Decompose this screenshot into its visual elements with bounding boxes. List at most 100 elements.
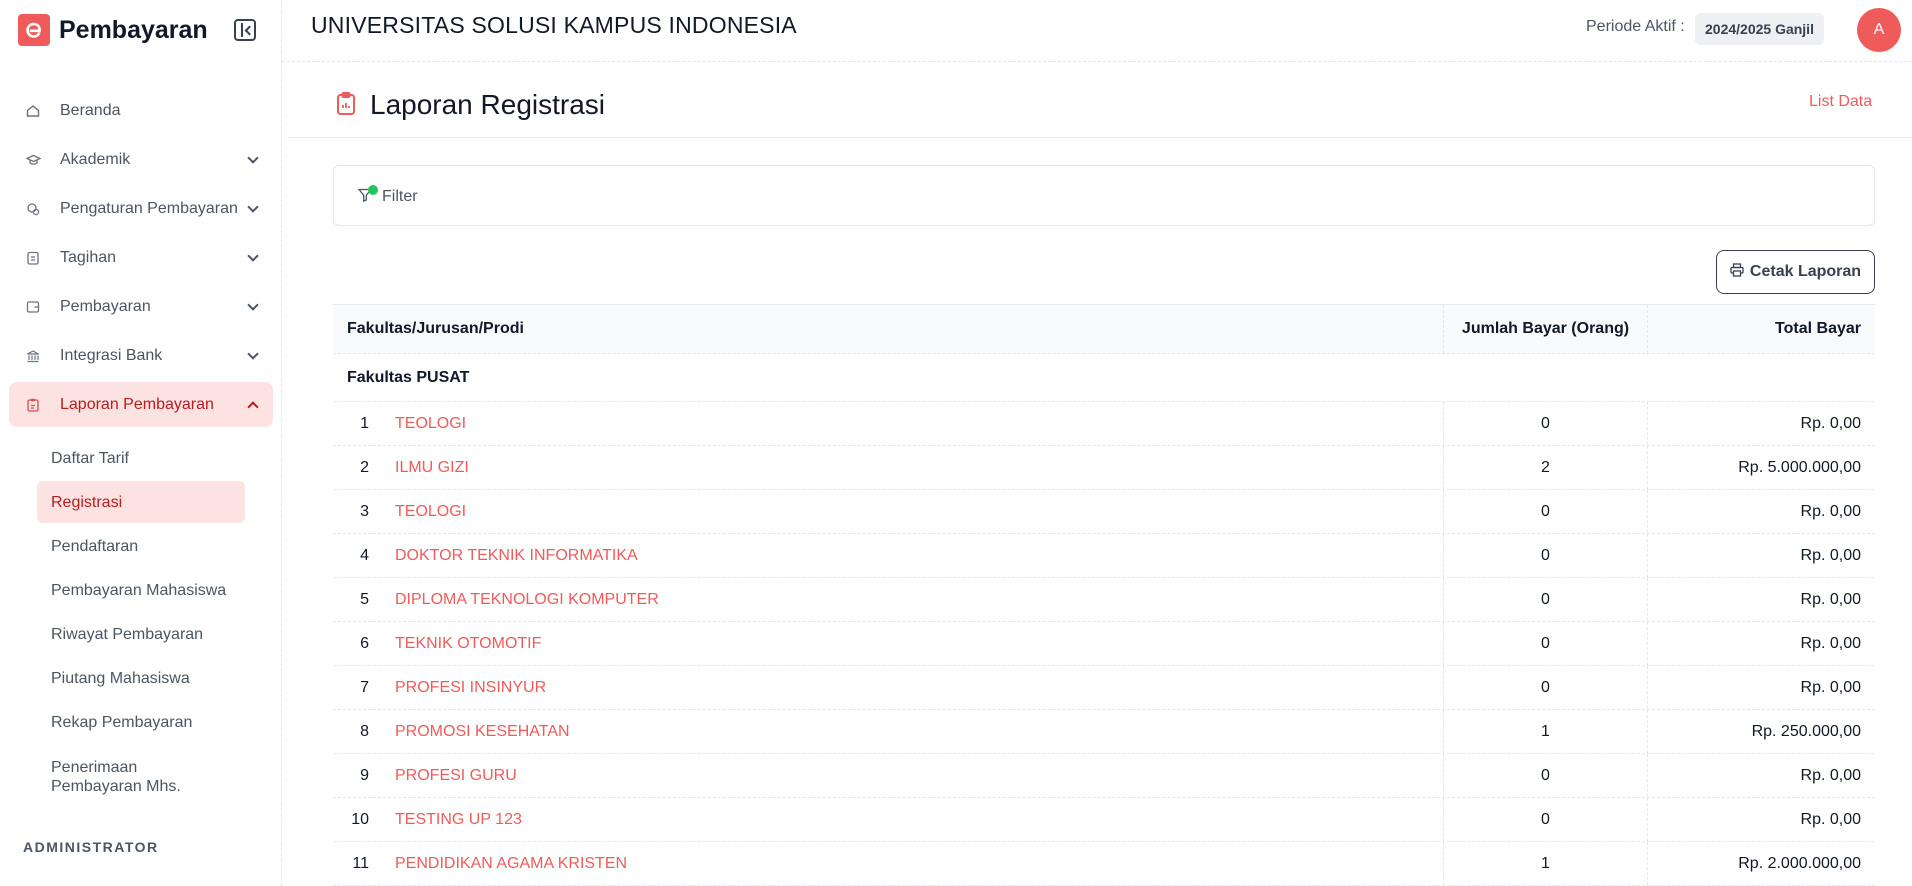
row-number: 5 [360, 590, 369, 608]
prodi-cell: 7 PROFESI INSINYUR [333, 666, 1444, 709]
prodi-link[interactable]: DIPLOMA TEKNOLOGI KOMPUTER [395, 591, 659, 609]
prodi-link[interactable]: TESTING UP 123 [395, 811, 522, 829]
report-icon [336, 92, 356, 121]
submenu-item-riwayat-pembayaran[interactable]: Riwayat Pembayaran [37, 613, 245, 655]
submenu-item-registrasi[interactable]: Registrasi [37, 481, 245, 523]
sidebar-item-pembayaran[interactable]: Pembayaran [9, 284, 273, 329]
total-bayar-cell: Rp. 0,00 [1800, 502, 1861, 520]
faculty-group-row: Fakultas PUSAT [333, 354, 1875, 402]
sidebar-item-laporan-pembayaran[interactable]: Laporan Pembayaran [9, 382, 273, 427]
sidebar-nav: Beranda Akademik Pengaturan Pembayaran T… [9, 88, 273, 431]
table-row: 2 ILMU GIZI 2 Rp. 5.000.000,00 [333, 446, 1875, 490]
prodi-cell: 10 TESTING UP 123 [333, 798, 1444, 841]
total-bayar-cell: Rp. 0,00 [1800, 546, 1861, 564]
column-header-jumlah: Jumlah Bayar (Orang) [1444, 305, 1648, 353]
prodi-cell: 4 DOKTOR TEKNIK INFORMATIKA [333, 534, 1444, 577]
submenu-item-piutang-mahasiswa[interactable]: Piutang Mahasiswa [37, 657, 245, 699]
jumlah-bayar-cell: 0 [1444, 534, 1648, 577]
brand-title: Pembayaran [59, 15, 208, 44]
row-number: 8 [360, 722, 369, 740]
chevron-down-icon [247, 299, 259, 311]
filter-active-indicator [368, 185, 378, 195]
row-number: 4 [360, 546, 369, 564]
submenu-item-penerimaan-pembayaran[interactable]: Penerimaan Pembayaran Mhs. [37, 751, 187, 803]
sidebar-item-akademik[interactable]: Akademik [9, 137, 273, 182]
page-header: Laporan Registrasi List Data [288, 62, 1912, 138]
print-report-button[interactable]: Cetak Laporan [1716, 250, 1875, 294]
university-name: UNIVERSITAS SOLUSI KAMPUS INDONESIA [311, 12, 797, 38]
report-icon [25, 397, 41, 413]
prodi-cell: 8 PROMOSI KESEHATAN [333, 710, 1444, 753]
sidebar-item-label: Pengaturan Pembayaran [60, 199, 238, 217]
prodi-link[interactable]: ILMU GIZI [395, 459, 469, 477]
prodi-link[interactable]: TEKNIK OTOMOTIF [395, 635, 541, 653]
submenu-item-pembayaran-mahasiswa[interactable]: Pembayaran Mahasiswa [37, 569, 245, 611]
sidebar-item-integrasi-bank[interactable]: Integrasi Bank [9, 333, 273, 378]
chevron-up-icon [247, 401, 259, 413]
bank-icon [25, 348, 41, 364]
print-report-label: Cetak Laporan [1749, 263, 1862, 280]
total-bayar-cell: Rp. 5.000.000,00 [1738, 458, 1861, 476]
chevron-down-icon [247, 152, 259, 164]
prodi-link[interactable]: PROFESI GURU [395, 767, 517, 785]
jumlah-bayar-cell: 0 [1444, 754, 1648, 797]
submenu-item-daftar-tarif[interactable]: Daftar Tarif [37, 437, 245, 479]
printer-icon [1730, 262, 1744, 282]
sidebar-item-label: Beranda [60, 101, 121, 119]
table-row: 11 PENDIDIKAN AGAMA KRISTEN 1 Rp. 2.000.000… [333, 842, 1875, 886]
brand-logo-icon [18, 14, 50, 46]
row-number: 3 [360, 502, 369, 520]
table-row: 8 PROMOSI KESEHATAN 1 Rp. 250.000,00 [333, 710, 1875, 754]
row-number: 7 [360, 678, 369, 696]
jumlah-bayar-cell: 0 [1444, 666, 1648, 709]
sidebar: Pembayaran Beranda Akademik Pengaturan P… [0, 0, 282, 886]
total-bayar-cell: Rp. 0,00 [1800, 678, 1861, 696]
prodi-link[interactable]: PROFESI INSINYUR [395, 679, 546, 697]
prodi-cell: 1 TEOLOGI [333, 402, 1444, 445]
chevron-down-icon [247, 201, 259, 213]
periode-badge[interactable]: 2024/2025 Ganjil [1695, 13, 1824, 45]
table-body: 1 TEOLOGI 0 Rp. 0,00 2 ILMU GIZI 2 Rp. 5.000.00… [333, 402, 1875, 886]
table-row: 9 PROFESI GURU 0 Rp. 0,00 [333, 754, 1875, 798]
table-row: 7 PROFESI INSINYUR 0 Rp. 0,00 [333, 666, 1875, 710]
submenu-item-rekap-pembayaran[interactable]: Rekap Pembayaran [37, 701, 245, 743]
submenu-item-pendaftaran[interactable]: Pendaftaran [37, 525, 245, 567]
table-row: 10 TESTING UP 123 0 Rp. 0,00 [333, 798, 1875, 842]
prodi-link[interactable]: TEOLOGI [395, 503, 466, 521]
brand[interactable]: Pembayaran [18, 14, 208, 46]
prodi-link[interactable]: PENDIDIKAN AGAMA KRISTEN [395, 855, 627, 873]
sidebar-item-pengaturan-pembayaran[interactable]: Pengaturan Pembayaran [9, 186, 273, 231]
total-bayar-cell: Rp. 250.000,00 [1751, 722, 1861, 740]
settings-payment-icon [25, 201, 41, 217]
sidebar-item-label: Tagihan [60, 248, 117, 266]
table-row: 4 DOKTOR TEKNIK INFORMATIKA 0 Rp. 0,00 [333, 534, 1875, 578]
prodi-cell: 5 DIPLOMA TEKNOLOGI KOMPUTER [333, 578, 1444, 621]
row-number: 9 [360, 766, 369, 784]
filter-panel[interactable]: Filter [333, 165, 1875, 226]
prodi-link[interactable]: TEOLOGI [395, 415, 466, 433]
row-number: 10 [351, 810, 369, 828]
row-number: 11 [352, 854, 369, 872]
bill-icon [25, 250, 41, 266]
list-data-link[interactable]: List Data [1809, 93, 1872, 111]
sidebar-item-beranda[interactable]: Beranda [9, 88, 273, 133]
jumlah-bayar-cell: 2 [1444, 446, 1648, 489]
page-title: Laporan Registrasi [370, 89, 606, 120]
table-row: 1 TEOLOGI 0 Rp. 0,00 [333, 402, 1875, 446]
home-icon [25, 103, 41, 119]
column-header-prodi: Fakultas/Jurusan/Prodi [333, 305, 1444, 353]
prodi-link[interactable]: PROMOSI KESEHATAN [395, 723, 570, 741]
table-row: 3 TEOLOGI 0 Rp. 0,00 [333, 490, 1875, 534]
prodi-cell: 3 TEOLOGI [333, 490, 1444, 533]
sidebar-collapse-icon[interactable] [234, 19, 256, 41]
jumlah-bayar-cell: 0 [1444, 402, 1648, 445]
prodi-cell: 2 ILMU GIZI [333, 446, 1444, 489]
table-header: Fakultas/Jurusan/Prodi Jumlah Bayar (Ora… [333, 304, 1875, 354]
top-header: UNIVERSITAS SOLUSI KAMPUS INDONESIA Peri… [282, 0, 1912, 62]
graduation-cap-icon [25, 152, 41, 168]
row-number: 1 [360, 414, 369, 432]
prodi-cell: 9 PROFESI GURU [333, 754, 1444, 797]
sidebar-item-tagihan[interactable]: Tagihan [9, 235, 273, 280]
prodi-link[interactable]: DOKTOR TEKNIK INFORMATIKA [395, 547, 638, 565]
user-avatar[interactable]: A [1857, 8, 1901, 52]
